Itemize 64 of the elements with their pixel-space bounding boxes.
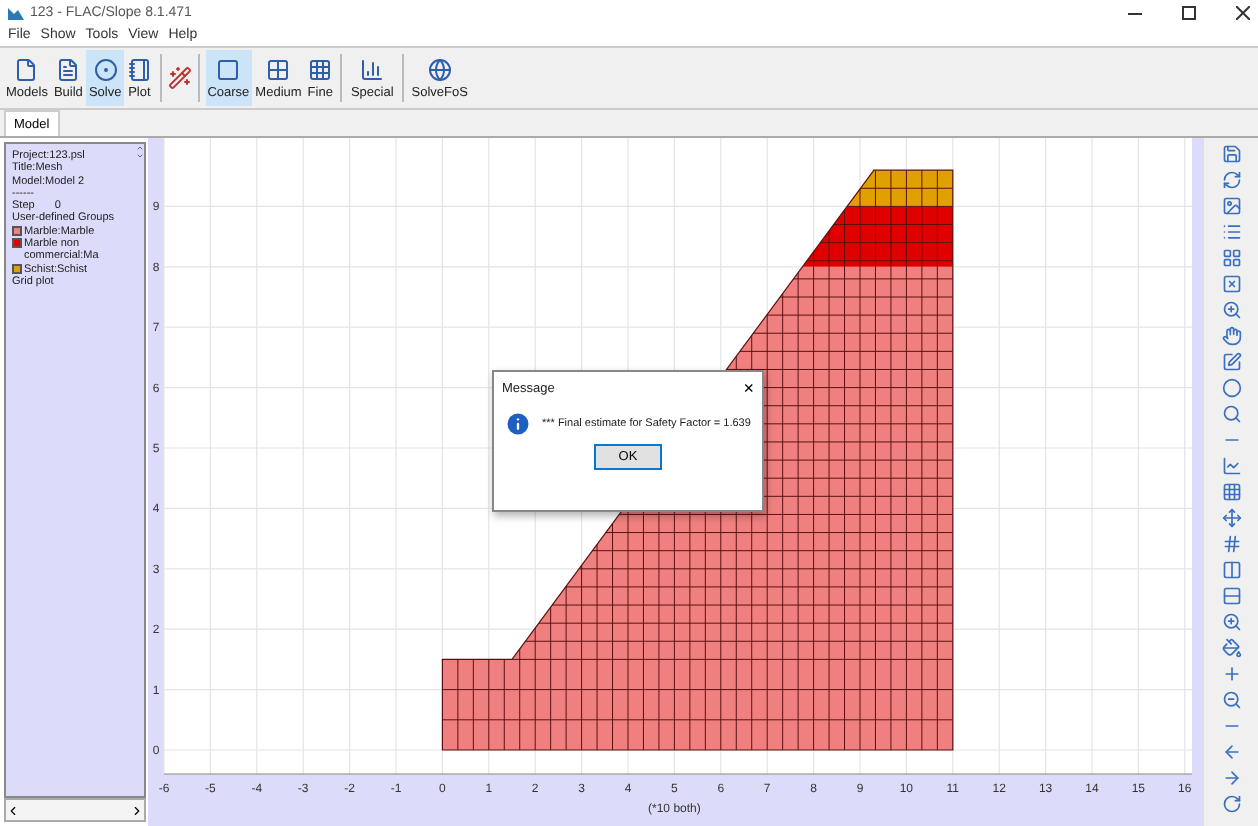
- wand-icon[interactable]: [167, 66, 192, 90]
- fine-grid-icon: [308, 57, 333, 81]
- tool-button[interactable]: [1221, 170, 1241, 190]
- tool-button[interactable]: [1221, 352, 1241, 372]
- tool-button[interactable]: [1221, 612, 1241, 632]
- axes-icon: [1221, 456, 1241, 476]
- horizontal-scrollbar[interactable]: [4, 798, 146, 822]
- tool-button[interactable]: [1221, 196, 1241, 216]
- tool-button[interactable]: [1221, 326, 1241, 346]
- square-x-icon: [1221, 274, 1241, 294]
- tool-button[interactable]: [1221, 482, 1241, 502]
- rotate-icon: [1221, 794, 1241, 814]
- tool-button[interactable]: [1221, 768, 1241, 788]
- globe-icon: [427, 57, 452, 81]
- chart-icon: [360, 57, 385, 81]
- dialog-close-button[interactable]: ×: [743, 378, 754, 398]
- page-icon: [14, 57, 39, 81]
- hash-icon: [1221, 534, 1241, 554]
- tool-button[interactable]: [1221, 404, 1241, 424]
- bucket-icon: [1221, 638, 1241, 658]
- arrow-left-icon: [1221, 742, 1241, 762]
- tool-button[interactable]: [1221, 456, 1241, 476]
- document-icon: [56, 57, 81, 81]
- tool-button[interactable]: [1221, 508, 1241, 528]
- circle-icon: [1221, 378, 1241, 398]
- image-icon: [1221, 196, 1241, 216]
- columns-icon: [1221, 560, 1241, 580]
- tool-button[interactable]: [1221, 794, 1241, 814]
- tool-button[interactable]: [1221, 378, 1241, 398]
- zoom-icon: [1221, 612, 1241, 632]
- tool-button[interactable]: [1221, 638, 1241, 658]
- tool-button[interactable]: [1221, 248, 1241, 268]
- tool-button[interactable]: [1221, 274, 1241, 294]
- zoom-in-icon: [1221, 300, 1241, 320]
- tool-button[interactable]: [1221, 586, 1241, 606]
- zoom-out-icon: [1221, 690, 1241, 710]
- tool-button[interactable]: [1221, 300, 1241, 320]
- save-icon: [1221, 144, 1241, 164]
- chevron-left-icon[interactable]: [6, 803, 20, 817]
- tool-button[interactable]: [1221, 534, 1241, 554]
- refresh-icon: [1221, 170, 1241, 190]
- grid-icon: [266, 57, 291, 81]
- tool-button[interactable]: [1221, 664, 1241, 684]
- close-icon[interactable]: [1236, 5, 1250, 19]
- edit-icon: [1221, 352, 1241, 372]
- app-logo-icon: [8, 4, 24, 20]
- info-icon: [504, 410, 532, 438]
- move-icon: [1221, 508, 1241, 528]
- chevron-right-icon[interactable]: [130, 803, 144, 817]
- tool-button[interactable]: [1221, 144, 1241, 164]
- tool-button[interactable]: [1221, 690, 1241, 710]
- rows-icon: [1221, 586, 1241, 606]
- hand-icon: [1221, 326, 1241, 346]
- plus-icon: [1221, 664, 1241, 684]
- maximize-icon[interactable]: [1182, 5, 1196, 19]
- notebook-icon: [127, 57, 152, 81]
- arrow-right-icon: [1221, 768, 1241, 788]
- grid-icon: [1221, 482, 1241, 502]
- tool-button[interactable]: [1221, 560, 1241, 580]
- layout-icon: [1221, 248, 1241, 268]
- tool-button[interactable]: [1221, 742, 1241, 762]
- search-icon: [1221, 404, 1241, 424]
- disc-icon: [93, 57, 118, 81]
- square-icon: [216, 57, 241, 81]
